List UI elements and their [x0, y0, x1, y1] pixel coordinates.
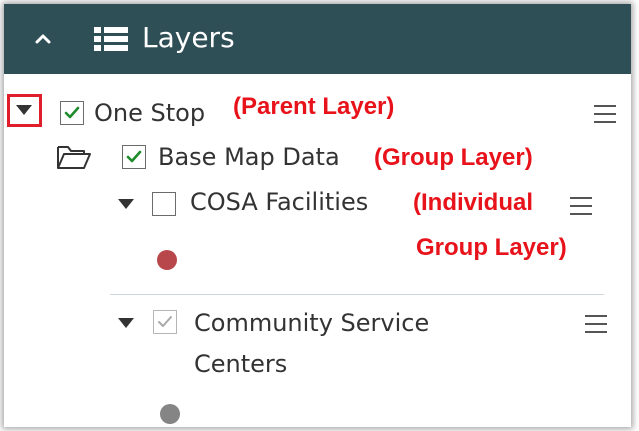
individual-group-layer-annotation: (Individual [413, 189, 533, 216]
panel-header[interactable]: Layers [4, 4, 631, 74]
community-service-centers-checkbox[interactable] [153, 310, 177, 334]
panel-title: Layers [142, 21, 235, 54]
parent-layer-annotation: (Parent Layer) [233, 93, 395, 120]
one-stop-checkbox[interactable] [60, 101, 84, 125]
layer-divider [110, 294, 604, 295]
expand-triangle-icon[interactable] [118, 199, 134, 209]
community-service-centers-label-line2[interactable]: Centers [194, 349, 287, 379]
cosa-facilities-label[interactable]: COSA Facilities [190, 187, 368, 217]
expand-triangle-icon[interactable] [118, 318, 134, 328]
base-map-data-checkbox[interactable] [122, 145, 146, 169]
checkmark-icon [64, 106, 80, 119]
folder-icon[interactable] [56, 144, 92, 170]
one-stop-label[interactable]: One Stop [94, 98, 205, 128]
community-service-centers-label[interactable]: Community Service [194, 308, 429, 338]
base-map-data-label[interactable]: Base Map Data [158, 142, 340, 172]
expand-triangle-icon[interactable] [16, 105, 32, 115]
checkmark-icon [158, 316, 172, 327]
cosa-facilities-checkbox[interactable] [152, 192, 176, 216]
community-service-centers-symbol [160, 404, 180, 424]
layer-list-icon [94, 27, 128, 51]
chevron-up-icon[interactable] [32, 28, 54, 50]
cosa-facilities-symbol [157, 250, 177, 270]
checkmark-icon [126, 150, 142, 163]
individual-group-layer-annotation-line2: Group Layer) [416, 234, 567, 261]
menu-icon[interactable] [594, 105, 616, 123]
menu-icon[interactable] [585, 315, 607, 333]
layers-panel: Layers One Stop (Parent Layer) Base Map … [4, 4, 631, 427]
menu-icon[interactable] [570, 197, 592, 215]
group-layer-annotation: (Group Layer) [374, 144, 533, 171]
